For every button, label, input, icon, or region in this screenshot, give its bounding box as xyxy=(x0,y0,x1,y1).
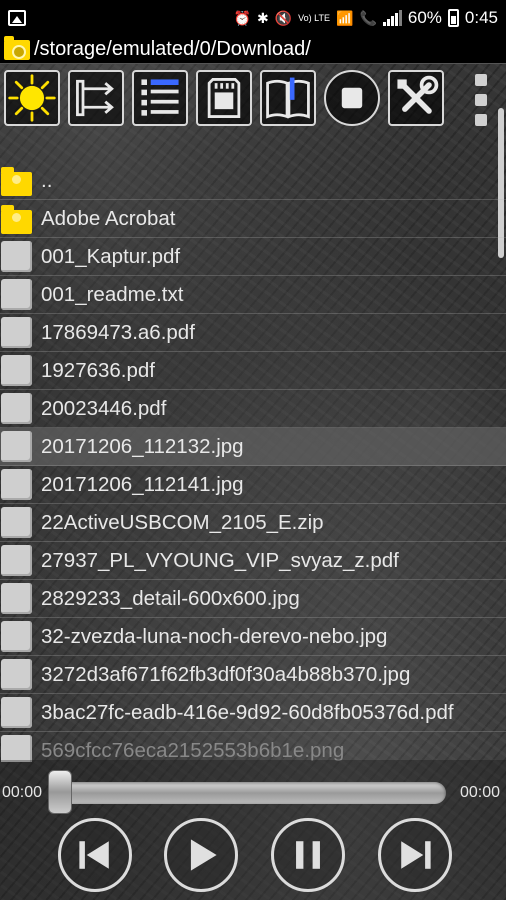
folder-icon xyxy=(4,35,30,60)
file-row[interactable]: 17869473.a6.pdf xyxy=(0,314,506,352)
file-icon xyxy=(1,697,32,728)
bluetooth-icon: ✱ xyxy=(256,10,269,26)
play-button[interactable] xyxy=(164,818,238,892)
player-panel: 00:00 00:00 xyxy=(0,760,506,900)
next-icon xyxy=(401,841,431,869)
wifi-icon: 📶 xyxy=(336,10,354,26)
playlist-button[interactable] xyxy=(132,70,188,126)
tools-icon xyxy=(397,75,439,114)
pause-icon xyxy=(296,841,320,869)
brightness-icon xyxy=(8,74,56,122)
elapsed-time: 00:00 xyxy=(2,784,43,801)
file-icon xyxy=(1,659,32,690)
file-icon xyxy=(1,545,32,576)
file-name: 2829233_detail-600x600.jpg xyxy=(41,586,300,610)
file-row[interactable]: 22ActiveUSBCOM_2105_E.zip xyxy=(0,504,506,542)
folder-row[interactable]: Adobe Acrobat xyxy=(0,200,506,238)
stop-icon xyxy=(341,87,363,109)
signal-icon xyxy=(382,10,402,26)
file-row[interactable]: 001_Kaptur.pdf xyxy=(0,238,506,276)
toolbar xyxy=(0,68,506,128)
file-icon xyxy=(1,355,32,386)
file-row[interactable]: 2829233_detail-600x600.jpg xyxy=(0,580,506,618)
file-icon xyxy=(1,279,32,310)
file-name: 20023446.pdf xyxy=(41,396,167,420)
file-icon xyxy=(1,507,32,538)
seek-thumb[interactable] xyxy=(48,770,72,814)
volte-icon: Vo) LTE xyxy=(298,12,330,23)
book-button[interactable] xyxy=(260,70,316,126)
clock: 0:45 xyxy=(464,8,498,27)
folder-icon xyxy=(1,166,32,196)
file-name: Adobe Acrobat xyxy=(41,206,176,230)
sd-card-button[interactable] xyxy=(196,70,252,126)
file-icon xyxy=(1,393,32,424)
file-name: 17869473.a6.pdf xyxy=(41,320,195,344)
pause-button[interactable] xyxy=(271,818,345,892)
file-name: 001_Kaptur.pdf xyxy=(41,244,181,268)
file-list: .. Adobe Acrobat 001_Kaptur.pdf 001_readme.… xyxy=(0,162,506,762)
brightness-button[interactable] xyxy=(4,70,60,126)
file-icon xyxy=(1,241,32,272)
folder-row[interactable]: .. xyxy=(0,162,506,200)
file-icon xyxy=(1,431,32,462)
tools-button[interactable] xyxy=(388,70,444,126)
file-row[interactable]: 20171206_112141.jpg xyxy=(0,466,506,504)
file-name: 3bac27fc-eadb-416e-9d92-60d8fb05376d.pdf xyxy=(41,700,454,724)
next-button[interactable] xyxy=(378,818,452,892)
file-row[interactable]: 1927636.pdf xyxy=(0,352,506,390)
battery-icon xyxy=(447,9,459,27)
file-row[interactable]: 20023446.pdf xyxy=(0,390,506,428)
file-row[interactable]: 001_readme.txt xyxy=(0,276,506,314)
file-row[interactable]: 3272d3af671f62fb3df0f30a4b88b370.jpg xyxy=(0,656,506,694)
transfer-button[interactable] xyxy=(68,70,124,126)
file-name: 20171206_112132.jpg xyxy=(41,434,244,458)
file-name: 1927636.pdf xyxy=(41,358,156,382)
status-bar: ⏰ ✱ 🔇 Vo) LTE 📶 📞 60% 0:45 xyxy=(0,0,506,36)
mute-icon: 🔇 xyxy=(274,10,293,26)
file-row[interactable]: 32-zvezda-luna-noch-derevo-nebo.jpg xyxy=(0,618,506,656)
total-time: 00:00 xyxy=(460,784,501,801)
previous-button[interactable] xyxy=(58,818,132,892)
file-row[interactable]: 20171206_112132.jpg xyxy=(0,428,506,466)
file-name: 32-zvezda-luna-noch-derevo-nebo.jpg xyxy=(41,624,388,648)
battery-percent: 60% xyxy=(407,8,442,27)
image-icon xyxy=(8,10,26,26)
file-icon xyxy=(1,621,32,652)
file-name: 22ActiveUSBCOM_2105_E.zip xyxy=(41,510,324,534)
file-name: 20171206_112141.jpg xyxy=(41,472,244,496)
folder-icon xyxy=(1,204,32,234)
file-row[interactable]: 3bac27fc-eadb-416e-9d92-60d8fb05376d.pdf xyxy=(0,694,506,732)
file-name: .. xyxy=(41,168,53,192)
file-icon xyxy=(1,317,32,348)
call-icon: 📞 xyxy=(359,10,377,26)
previous-icon xyxy=(79,841,109,869)
alarm-icon: ⏰ xyxy=(233,10,251,26)
file-icon xyxy=(1,583,32,614)
path-bar[interactable]: /storage/emulated/0/Download/ xyxy=(0,35,506,64)
play-icon xyxy=(190,839,217,871)
seek-bar[interactable] xyxy=(50,782,446,804)
stop-button[interactable] xyxy=(324,70,380,126)
playlist-icon xyxy=(141,79,179,116)
file-name: 001_readme.txt xyxy=(41,282,184,306)
sd-card-icon xyxy=(207,78,241,118)
file-name: 27937_PL_VYOUNG_VIP_svyaz_z.pdf xyxy=(41,548,399,572)
transfer-icon xyxy=(76,79,114,117)
file-name: 3272d3af671f62fb3df0f30a4b88b370.jpg xyxy=(41,662,411,686)
file-icon xyxy=(1,469,32,500)
current-path: /storage/emulated/0/Download/ xyxy=(34,38,311,60)
file-row[interactable]: 569cfcc76eca2152553b6b1e.png xyxy=(0,732,506,762)
overflow-menu-icon[interactable] xyxy=(470,74,492,126)
book-icon xyxy=(266,77,310,119)
file-row[interactable]: 27937_PL_VYOUNG_VIP_svyaz_z.pdf xyxy=(0,542,506,580)
file-icon xyxy=(1,735,32,762)
file-name: 569cfcc76eca2152553b6b1e.png xyxy=(41,738,345,762)
